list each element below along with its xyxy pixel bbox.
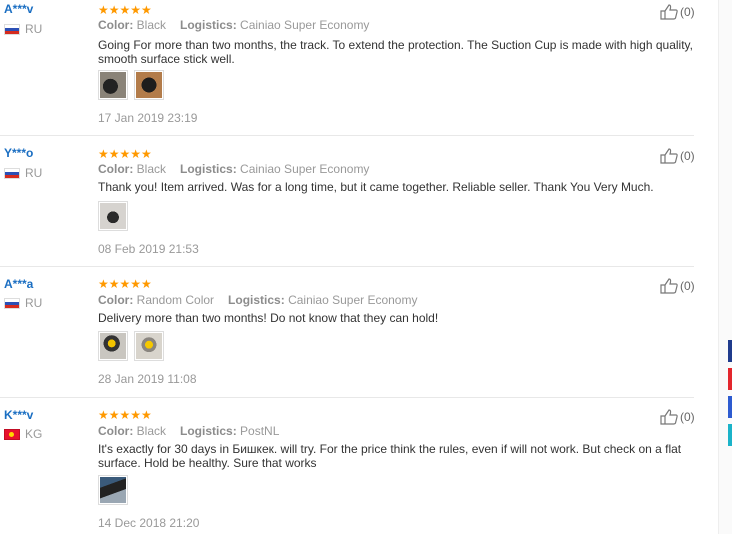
review-photo-thumbnail[interactable] bbox=[134, 70, 164, 100]
side-tab[interactable] bbox=[728, 368, 732, 390]
like-count: (0) bbox=[680, 5, 695, 19]
country-code: RU bbox=[25, 22, 43, 36]
review-text: Going For more than two months, the trac… bbox=[98, 38, 693, 66]
reviewer-country: RU bbox=[4, 166, 42, 180]
russia-flag-icon bbox=[4, 297, 20, 309]
logistics-label: Logistics: bbox=[228, 293, 285, 307]
like-button[interactable]: (0) bbox=[660, 148, 695, 164]
review-text: It's exactly for 30 days in Бишкек. will… bbox=[98, 442, 682, 470]
review-text: Thank you! Item arrived. Was for a long … bbox=[98, 180, 654, 194]
review-date: 08 Feb 2019 21:53 bbox=[98, 242, 199, 256]
like-count: (0) bbox=[680, 149, 695, 163]
review-meta: Color: Black Logistics: PostNL bbox=[98, 424, 279, 438]
star-rating: ★★★★★ bbox=[98, 277, 152, 291]
side-tab[interactable] bbox=[728, 396, 732, 418]
logistics-label: Logistics: bbox=[180, 18, 237, 32]
review-date: 14 Dec 2018 21:20 bbox=[98, 516, 200, 530]
color-value: Black bbox=[136, 18, 167, 32]
review-meta: Color: Black Logistics: Cainiao Super Eco… bbox=[98, 162, 369, 176]
review-meta: Color: Black Logistics: Cainiao Super Eco… bbox=[98, 18, 369, 32]
like-count: (0) bbox=[680, 410, 695, 424]
review-date: 28 Jan 2019 11:08 bbox=[98, 372, 197, 386]
thumbs-up-icon bbox=[660, 278, 678, 294]
reviewer-name[interactable]: A***v bbox=[4, 2, 33, 16]
logistics-value: PostNL bbox=[240, 424, 280, 438]
like-button[interactable]: (0) bbox=[660, 278, 695, 294]
thumbs-up-icon bbox=[660, 4, 678, 20]
review-photos bbox=[98, 331, 164, 361]
color-label: Color: bbox=[98, 293, 134, 307]
country-code: RU bbox=[25, 166, 43, 180]
logistics-value: Cainiao Super Economy bbox=[240, 162, 370, 176]
review-photo-thumbnail[interactable] bbox=[98, 475, 128, 505]
russia-flag-icon bbox=[4, 23, 20, 35]
logistics-label: Logistics: bbox=[180, 424, 237, 438]
color-label: Color: bbox=[98, 18, 134, 32]
review-photos bbox=[98, 475, 128, 505]
review-item: Y***o RU ★★★★★ Color: Black Logistics: Ca… bbox=[0, 136, 695, 267]
reviewer-country: RU bbox=[4, 296, 42, 310]
kyrgyzstan-flag-icon bbox=[4, 428, 20, 440]
review-photos bbox=[98, 70, 164, 100]
reviewer-country: KG bbox=[4, 427, 42, 441]
review-photos bbox=[98, 201, 128, 231]
color-label: Color: bbox=[98, 162, 134, 176]
logistics-label: Logistics: bbox=[180, 162, 237, 176]
russia-flag-icon bbox=[4, 167, 20, 179]
side-tab[interactable] bbox=[728, 424, 732, 446]
review-photo-thumbnail[interactable] bbox=[98, 331, 128, 361]
color-value: Random Color bbox=[136, 293, 215, 307]
review-photo-thumbnail[interactable] bbox=[98, 70, 128, 100]
thumbs-up-icon bbox=[660, 409, 678, 425]
review-item: A***v RU ★★★★★ Color: Black Logistics: Ca… bbox=[0, 0, 695, 136]
star-rating: ★★★★★ bbox=[98, 408, 152, 422]
reviewer-country: RU bbox=[4, 22, 42, 36]
review-date: 17 Jan 2019 23:19 bbox=[98, 111, 198, 125]
review-item: A***a RU ★★★★★ Color: Random Color Logist… bbox=[0, 267, 695, 398]
like-button[interactable]: (0) bbox=[660, 4, 695, 20]
side-tab[interactable] bbox=[728, 340, 732, 362]
country-code: RU bbox=[25, 296, 43, 310]
star-rating: ★★★★★ bbox=[98, 147, 152, 161]
reviewer-name[interactable]: A***a bbox=[4, 277, 33, 291]
star-rating: ★★★★★ bbox=[98, 3, 152, 17]
side-toolbar bbox=[718, 0, 732, 534]
logistics-value: Cainiao Super Economy bbox=[288, 293, 418, 307]
like-button[interactable]: (0) bbox=[660, 409, 695, 425]
review-item: K***v KG ★★★★★ Color: Black Logistics: Po… bbox=[0, 398, 695, 538]
review-text: Delivery more than two months! Do not kn… bbox=[98, 311, 439, 325]
review-photo-thumbnail[interactable] bbox=[134, 331, 164, 361]
country-code: KG bbox=[25, 427, 43, 441]
color-value: Black bbox=[136, 424, 167, 438]
review-photo-thumbnail[interactable] bbox=[98, 201, 128, 231]
review-meta: Color: Random Color Logistics: Cainiao Su… bbox=[98, 293, 417, 307]
reviewer-name[interactable]: K***v bbox=[4, 408, 33, 422]
color-value: Black bbox=[136, 162, 167, 176]
like-count: (0) bbox=[680, 279, 695, 293]
color-label: Color: bbox=[98, 424, 134, 438]
logistics-value: Cainiao Super Economy bbox=[240, 18, 370, 32]
thumbs-up-icon bbox=[660, 148, 678, 164]
reviewer-name[interactable]: Y***o bbox=[4, 146, 33, 160]
